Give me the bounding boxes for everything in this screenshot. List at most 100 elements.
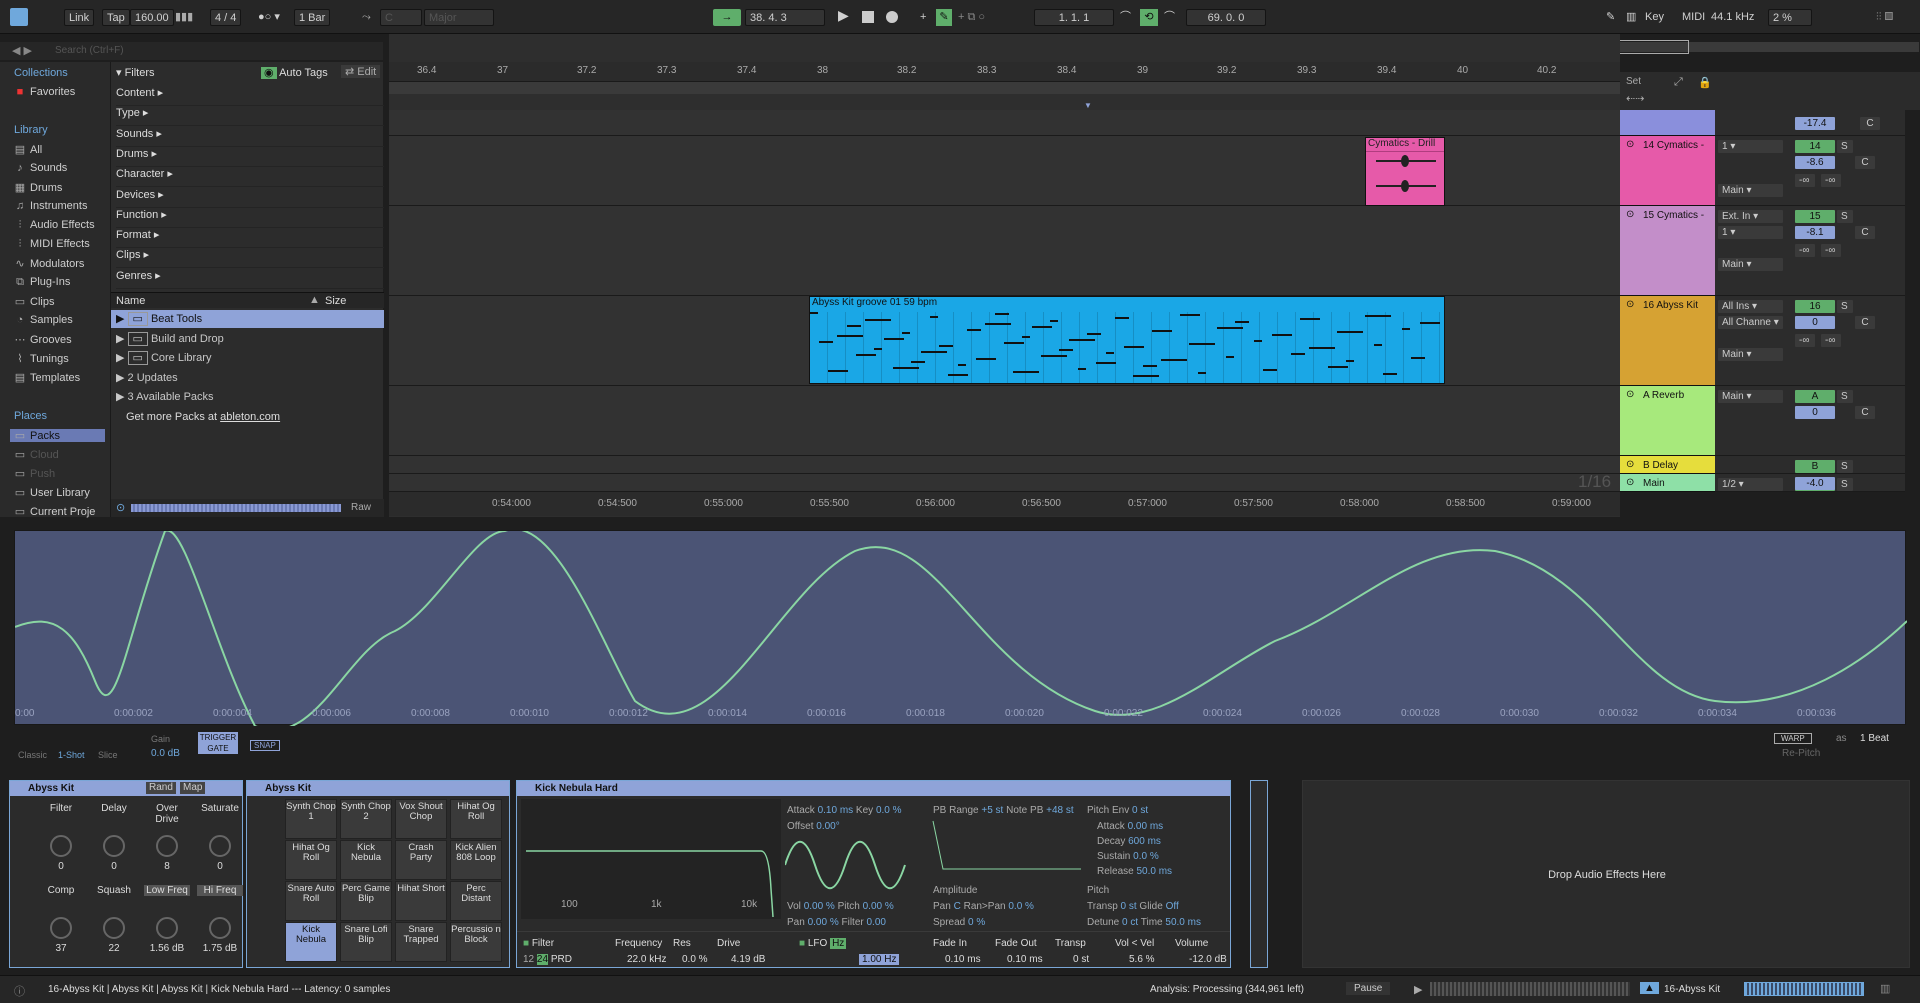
drum-pad[interactable]: Synth Chop 1 <box>285 799 337 839</box>
tempo-field[interactable]: 160.00 <box>130 9 174 26</box>
audio-effects-drop-zone[interactable]: Drop Audio Effects Here <box>1302 780 1910 968</box>
loop-start-field[interactable]: 1. 1. 1 <box>1034 9 1114 26</box>
input-select[interactable]: 1 ▾ <box>1718 140 1783 153</box>
osc-vol[interactable]: 0.00 % <box>804 901 835 912</box>
env-decay[interactable]: 600 ms <box>1128 836 1161 847</box>
top-pan-field[interactable]: C <box>1860 117 1880 130</box>
input-select[interactable]: Ext. In ▾ <box>1718 210 1783 223</box>
drum-pad[interactable]: Perc Game Blip <box>340 881 392 921</box>
expand-arrow-icon[interactable]: ▶ <box>116 372 124 384</box>
nav-arrows-icon[interactable]: ⇠⇢ <box>1626 92 1644 105</box>
volume[interactable]: -12.0 dB <box>1189 954 1227 965</box>
filter-drive[interactable]: 4.19 dB <box>731 954 765 965</box>
lfo-rate[interactable]: 1.00 Hz <box>859 954 900 965</box>
name-column-header[interactable]: Name <box>116 295 145 307</box>
osc-offset[interactable]: 0.00° <box>816 821 839 832</box>
glide-time[interactable]: 50.0 ms <box>1165 917 1201 928</box>
loop-switch-icon[interactable]: ⟲ <box>1140 9 1158 26</box>
expand-arrow-icon[interactable]: ▶ <box>116 391 124 403</box>
lfo-on-icon[interactable]: ■ <box>799 938 805 949</box>
warp-beat-field[interactable]: 1 Beat <box>1860 733 1889 744</box>
drum-pad[interactable]: Kick Alien 808 Loop <box>450 840 502 880</box>
preview-waveform[interactable] <box>131 504 341 512</box>
pan-field[interactable]: C <box>1855 226 1875 239</box>
clip-abyss-kit-groove[interactable]: Abyss Kit groove 01 59 bpm <box>809 296 1445 384</box>
drum-pad[interactable]: Vox Shout Chop <box>395 799 447 839</box>
solo-button[interactable]: S <box>1837 140 1853 153</box>
filter-format[interactable]: Format ▸ <box>116 228 384 249</box>
filter-character[interactable]: Character ▸ <box>116 167 384 188</box>
pan-field[interactable]: C <box>1855 156 1875 169</box>
play-icon[interactable]: ▶ <box>838 7 849 24</box>
top-volume-field[interactable]: -17.4 <box>1795 117 1835 130</box>
sidebar-item-templates[interactable]: ▤ Templates <box>14 371 80 384</box>
sidebar-item-grooves[interactable]: ⋯ Grooves <box>14 333 72 346</box>
output-select[interactable]: Main ▾ <box>1718 258 1783 271</box>
fade-in[interactable]: 0.10 ms <box>945 954 981 965</box>
channel-select[interactable]: All Channe ▾ <box>1718 316 1783 329</box>
pan-field[interactable]: C <box>1855 316 1875 329</box>
places-item-push[interactable]: ▭ Push <box>14 467 55 480</box>
status-overview[interactable] <box>1430 982 1630 996</box>
osc-pitch[interactable]: 0.00 % <box>863 901 894 912</box>
macro-knob[interactable] <box>209 917 231 939</box>
sidebar-item-sounds[interactable]: ♪ Sounds <box>14 162 67 174</box>
track-activator[interactable]: B <box>1795 460 1835 473</box>
playback-mode-classic[interactable]: Classic <box>18 750 47 760</box>
lock-icon[interactable]: 🔒 <box>1698 76 1712 89</box>
key-map-button[interactable]: Key <box>1645 9 1664 26</box>
sidebar-item-audio-effects[interactable]: ⫶ Audio Effects <box>14 219 95 232</box>
loop-brace[interactable] <box>389 82 1620 94</box>
macro-knob[interactable] <box>103 917 125 939</box>
macro-knob[interactable] <box>50 835 72 857</box>
track-header[interactable]: ⊙ A Reverb <box>1620 386 1715 456</box>
playback-mode-1-shot[interactable]: 1-Shot <box>58 750 85 760</box>
size-column-header[interactable]: Size <box>325 295 346 307</box>
channel-select[interactable]: 1 ▾ <box>1718 226 1783 239</box>
fold-icon[interactable]: ⊙ <box>1626 299 1634 310</box>
osc-attack[interactable]: 0.10 ms <box>818 805 854 816</box>
overdub-icon[interactable]: + <box>920 9 926 26</box>
track-header[interactable]: ⊙ 14 Cymatics - <box>1620 136 1715 206</box>
record-mode-icon[interactable]: ●○ ▾ <box>258 9 280 26</box>
send-b[interactable]: -∞ <box>1821 244 1841 257</box>
draw-mode-icon[interactable]: ✎ <box>1606 9 1615 26</box>
browser-row[interactable]: ▶ 3 Available Packs <box>111 388 384 406</box>
filter-sounds[interactable]: Sounds ▸ <box>116 127 384 147</box>
fold-icon[interactable]: ⊙ <box>1626 209 1634 220</box>
filter-graph[interactable]: 100 1k 10k <box>521 799 781 919</box>
quantize-select[interactable]: 1 Bar <box>294 9 331 26</box>
sidebar-item-modulators[interactable]: ∿ Modulators <box>14 257 84 270</box>
pb-range[interactable]: +5 st <box>981 805 1003 816</box>
loop-length-field[interactable]: 69. 0. 0 <box>1186 9 1266 26</box>
track-activator[interactable]: A <box>1795 390 1835 403</box>
osc-pan[interactable]: 0.00 % <box>808 917 839 928</box>
time-signature-field[interactable]: 4 / 4 <box>210 9 242 26</box>
fold-icon[interactable]: ⊙ <box>1626 459 1634 470</box>
info-icon[interactable]: ⓘ <box>14 983 25 999</box>
snap-button[interactable]: SNAP <box>250 740 280 751</box>
expand-arrow-icon[interactable]: ▶ <box>116 313 124 325</box>
drum-pad[interactable]: Snare Lofi Blip <box>340 922 392 962</box>
filters-toggle[interactable]: ▾ Filters <box>116 66 155 79</box>
punch-in-icon[interactable]: ⌒ <box>1120 9 1131 26</box>
sample-waveform-view[interactable]: 0:00 0:00:002 0:00:004 0:00:006 0:00:008 0:00… <box>14 530 1907 726</box>
sidebar-item-plug-ins[interactable]: ⧉ Plug-Ins <box>14 276 70 289</box>
filter-on-icon[interactable]: ■ <box>523 938 529 949</box>
places-item-current-proje[interactable]: ▭ Current Proje <box>14 505 96 518</box>
amp-spread[interactable]: 0 % <box>968 917 985 928</box>
track-header[interactable]: ⊙ B Delay <box>1620 456 1715 474</box>
link-button[interactable]: Link <box>64 9 95 26</box>
note-pb[interactable]: +48 st <box>1046 805 1074 816</box>
stop-icon[interactable] <box>862 11 874 23</box>
midi-map-button[interactable]: MIDI <box>1682 9 1705 26</box>
sidebar-item-all[interactable]: ▤ All <box>14 143 42 156</box>
simpler-device[interactable]: Kick Nebula Hard 100 1k 10k Attack 0.10 … <box>516 780 1231 968</box>
metronome-icon[interactable]: ▮▮▮ <box>175 9 193 26</box>
solo-button[interactable]: S <box>1837 210 1853 223</box>
preview-icon[interactable]: ⊙ <box>116 501 125 514</box>
sort-arrow-icon[interactable]: ▲ <box>309 294 320 306</box>
expand-arrow-icon[interactable]: ▶ <box>116 333 124 345</box>
filter-devices[interactable]: Devices ▸ <box>116 188 384 208</box>
record-icon[interactable] <box>886 11 898 23</box>
